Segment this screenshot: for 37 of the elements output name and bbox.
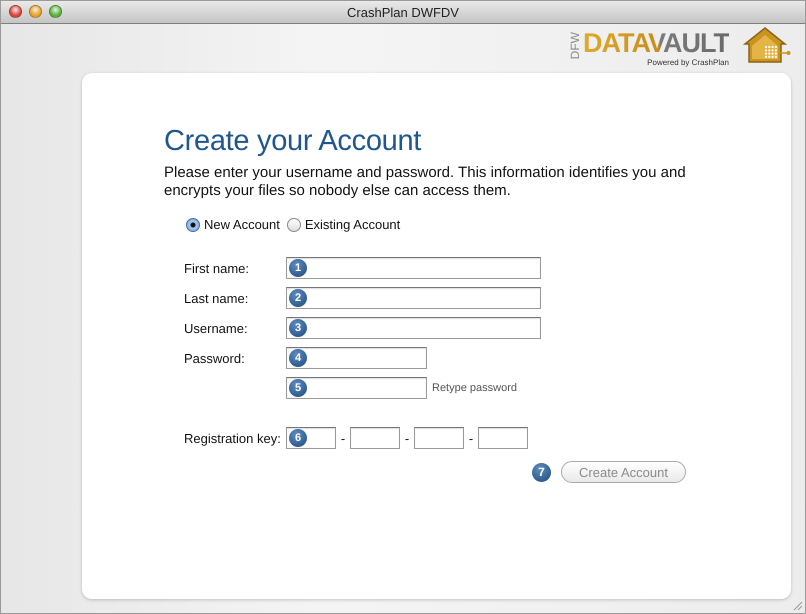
step-badge: 7	[532, 462, 551, 482]
field-label: Username:	[184, 320, 249, 336]
logo-tagline: Powered by CrashPlan	[647, 58, 729, 67]
account-type-radio[interactable]: Existing Account	[286, 217, 400, 232]
input-field[interactable]: 1	[286, 257, 541, 279]
minimize-button[interactable]	[29, 5, 42, 18]
page-heading: Create your Account	[164, 125, 422, 158]
field-label: Registration key:	[184, 430, 282, 446]
key-separator: -	[468, 430, 474, 446]
input-field[interactable]: 2	[286, 287, 541, 309]
zoom-button[interactable]	[49, 5, 62, 18]
input-field[interactable]: 4	[286, 347, 427, 369]
house-icon	[743, 26, 791, 64]
intro-text: Please enter your username and password. This information identifies you and encrypts your files so nobody else can access them.	[164, 164, 687, 200]
step-badge: 4	[289, 349, 307, 367]
key-field[interactable]: 6	[286, 427, 336, 449]
input-field[interactable]: 3	[286, 317, 541, 339]
window-title: CrashPlan DWFDV	[347, 4, 459, 20]
field-hint: Retype password	[432, 382, 517, 394]
step-badge: 1	[289, 259, 307, 277]
key-separator: -	[404, 430, 410, 446]
key-field[interactable]	[350, 427, 400, 449]
step-badge: 2	[289, 289, 307, 307]
close-button[interactable]	[9, 5, 22, 18]
field-label: Password:	[184, 350, 246, 366]
resize-grip-icon[interactable]	[791, 599, 803, 611]
logo-prefix: DFW	[569, 32, 582, 60]
key-field[interactable]	[414, 427, 464, 449]
input-field[interactable]: 5	[286, 377, 427, 399]
key-field[interactable]	[478, 427, 528, 449]
step-badge: 3	[289, 319, 307, 337]
step-badge: 5	[289, 379, 307, 397]
field-label: Last name:	[184, 290, 250, 306]
key-separator: -	[340, 430, 346, 446]
field-label: First name:	[184, 260, 250, 276]
step-badge: 6	[289, 429, 307, 447]
account-type-radio[interactable]: New Account	[186, 217, 280, 232]
